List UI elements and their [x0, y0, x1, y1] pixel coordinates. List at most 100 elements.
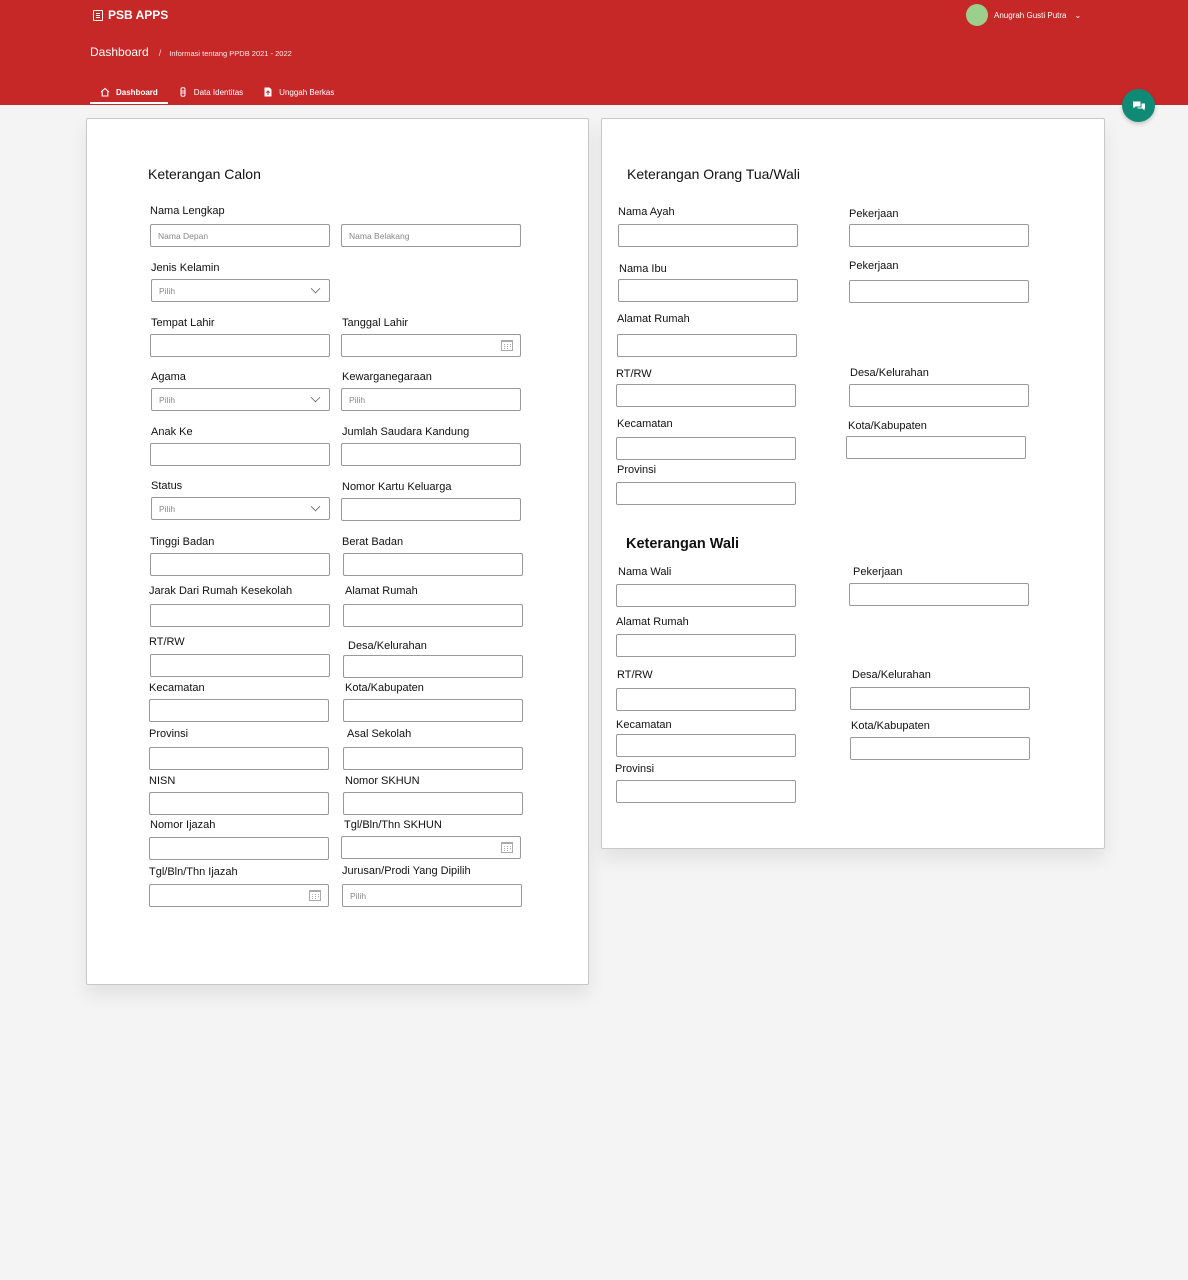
calendar-icon[interactable] — [501, 340, 513, 351]
label-pekerjaan-ayah: Pekerjaan — [849, 208, 899, 220]
nama-belakang-placeholder: Nama Belakang — [349, 230, 410, 241]
chevron-down-icon — [310, 283, 321, 293]
provinsi-ortu-field[interactable] — [616, 482, 796, 505]
alamat-rumah-ortu-field[interactable] — [617, 334, 797, 357]
desa-field[interactable] — [343, 655, 523, 678]
tab-dashboard[interactable]: Dashboard — [90, 80, 168, 104]
anak-ke-field[interactable] — [150, 443, 330, 466]
label-pekerjaan-ibu: Pekerjaan — [849, 260, 899, 272]
tgl-ijazah-field[interactable] — [149, 884, 329, 907]
asal-sekolah-field[interactable] — [343, 747, 523, 770]
kecamatan-ortu-field[interactable] — [616, 437, 796, 460]
calendar-icon[interactable] — [309, 890, 321, 901]
page-title[interactable]: Dashboard — [90, 45, 149, 59]
label-jurusan: Jurusan/Prodi Yang Dipilih — [342, 865, 471, 877]
alamat-rumah-field[interactable] — [343, 604, 523, 627]
jumlah-saudara-field[interactable] — [341, 443, 521, 466]
home-icon — [100, 87, 110, 97]
nama-ayah-field[interactable] — [618, 224, 798, 247]
breadcrumb: Dashboard / Informasi tentang PPDB 2021 … — [90, 45, 292, 59]
desa-wali-field[interactable] — [850, 687, 1030, 710]
kota-ortu-field[interactable] — [846, 436, 1026, 459]
label-agama: Agama — [151, 371, 186, 383]
clipboard-icon — [93, 9, 103, 21]
tab-label: Data Identitas — [193, 87, 244, 97]
label-status: Status — [151, 480, 183, 492]
section-heading-ortu: Keterangan Orang Tua/Wali — [627, 166, 801, 182]
label-tgl-skhun: Tgl/Bln/Thn SKHUN — [344, 819, 442, 831]
provinsi-field[interactable] — [149, 747, 329, 770]
jurusan-select[interactable]: Pilih — [342, 884, 522, 907]
nomor-skhun-field[interactable] — [343, 792, 523, 815]
alamat-rumah-wali-field[interactable] — [616, 634, 796, 657]
tempat-lahir-field[interactable] — [150, 334, 330, 357]
agama-value: Pilih — [159, 394, 176, 405]
label-kewarganegaraan: Kewarganegaraan — [342, 371, 432, 383]
kewarganegaraan-value: Pilih — [349, 394, 366, 405]
pekerjaan-ibu-field[interactable] — [849, 280, 1029, 303]
label-kecamatan-ortu: Kecamatan — [617, 418, 673, 430]
label-tgl-ijazah: Tgl/Bln/Thn Ijazah — [149, 866, 238, 878]
rt-rw-wali-field[interactable] — [616, 688, 796, 711]
tinggi-badan-field[interactable] — [150, 553, 330, 576]
user-menu[interactable]: Anugrah Gusti Putra ⌄ — [966, 4, 1081, 26]
kecamatan-wali-field[interactable] — [616, 734, 796, 757]
app-brand[interactable]: PSB APPS — [93, 8, 168, 22]
nama-depan-field[interactable]: Nama Depan — [150, 224, 330, 247]
chat-button[interactable] — [1122, 89, 1155, 122]
chevron-down-icon — [310, 392, 321, 402]
nomor-kk-field[interactable] — [341, 498, 521, 521]
nama-belakang-field[interactable]: Nama Belakang — [341, 224, 521, 247]
label-tempat-lahir: Tempat Lahir — [151, 317, 215, 329]
jenis-kelamin-select[interactable]: Pilih — [151, 279, 330, 302]
label-nomor-skhun: Nomor SKHUN — [345, 775, 420, 787]
agama-select[interactable]: Pilih — [151, 388, 330, 411]
status-select[interactable]: Pilih — [151, 497, 330, 520]
label-nama-ayah: Nama Ayah — [618, 206, 675, 218]
label-provinsi-ortu: Provinsi — [617, 464, 657, 476]
kewarganegaraan-select[interactable]: Pilih — [341, 388, 521, 411]
label-desa: Desa/Kelurahan — [348, 640, 427, 652]
tab-data-identitas[interactable]: Data Identitas — [168, 80, 253, 104]
nisn-field[interactable] — [149, 792, 329, 815]
chat-icon — [1132, 101, 1145, 110]
label-rt-rw-ortu: RT/RW — [616, 368, 652, 380]
nama-ibu-field[interactable] — [618, 279, 798, 302]
tgl-skhun-field[interactable] — [341, 836, 521, 859]
tab-label: Unggah Berkas — [279, 87, 335, 97]
status-value: Pilih — [159, 503, 176, 514]
nama-wali-field[interactable] — [616, 584, 796, 607]
nomor-ijazah-field[interactable] — [149, 837, 329, 860]
rt-rw-field[interactable] — [150, 654, 330, 677]
chevron-down-icon: ⌄ — [1074, 10, 1082, 20]
label-jarak: Jarak Dari Rumah Kesekolah — [149, 585, 293, 597]
pekerjaan-wali-field[interactable] — [849, 583, 1029, 606]
kota-field[interactable] — [343, 699, 523, 722]
jarak-field[interactable] — [150, 604, 330, 627]
berat-badan-field[interactable] — [343, 553, 523, 576]
label-nomor-kk: Nomor Kartu Keluarga — [342, 481, 452, 493]
rt-rw-ortu-field[interactable] — [616, 384, 796, 407]
desa-ortu-field[interactable] — [849, 384, 1029, 407]
label-kota-wali: Kota/Kabupaten — [851, 720, 930, 732]
label-rt-rw-wali: RT/RW — [617, 669, 653, 681]
provinsi-wali-field[interactable] — [616, 780, 796, 803]
kecamatan-field[interactable] — [149, 699, 329, 722]
label-jumlah-saudara: Jumlah Saudara Kandung — [342, 426, 470, 438]
kota-wali-field[interactable] — [850, 737, 1030, 760]
label-kecamatan: Kecamatan — [149, 682, 205, 694]
tab-unggah-berkas[interactable]: Unggah Berkas — [253, 80, 344, 104]
pekerjaan-ayah-field[interactable] — [849, 224, 1029, 247]
label-asal-sekolah: Asal Sekolah — [347, 728, 412, 740]
label-nama-ibu: Nama Ibu — [619, 263, 667, 275]
label-nama-lengkap: Nama Lengkap — [150, 205, 225, 217]
label-tinggi-badan: Tinggi Badan — [150, 536, 215, 548]
tanggal-lahir-field[interactable] — [341, 334, 521, 357]
label-jenis-kelamin: Jenis Kelamin — [151, 262, 220, 274]
calendar-icon[interactable] — [501, 842, 513, 853]
nama-depan-placeholder: Nama Depan — [158, 230, 209, 241]
card-keterangan-calon: Keterangan Calon Nama Lengkap Nama Depan… — [86, 118, 589, 985]
label-pekerjaan-wali: Pekerjaan — [853, 566, 903, 578]
label-alamat-rumah-wali: Alamat Rumah — [616, 616, 689, 628]
label-nama-wali: Nama Wali — [618, 566, 672, 578]
